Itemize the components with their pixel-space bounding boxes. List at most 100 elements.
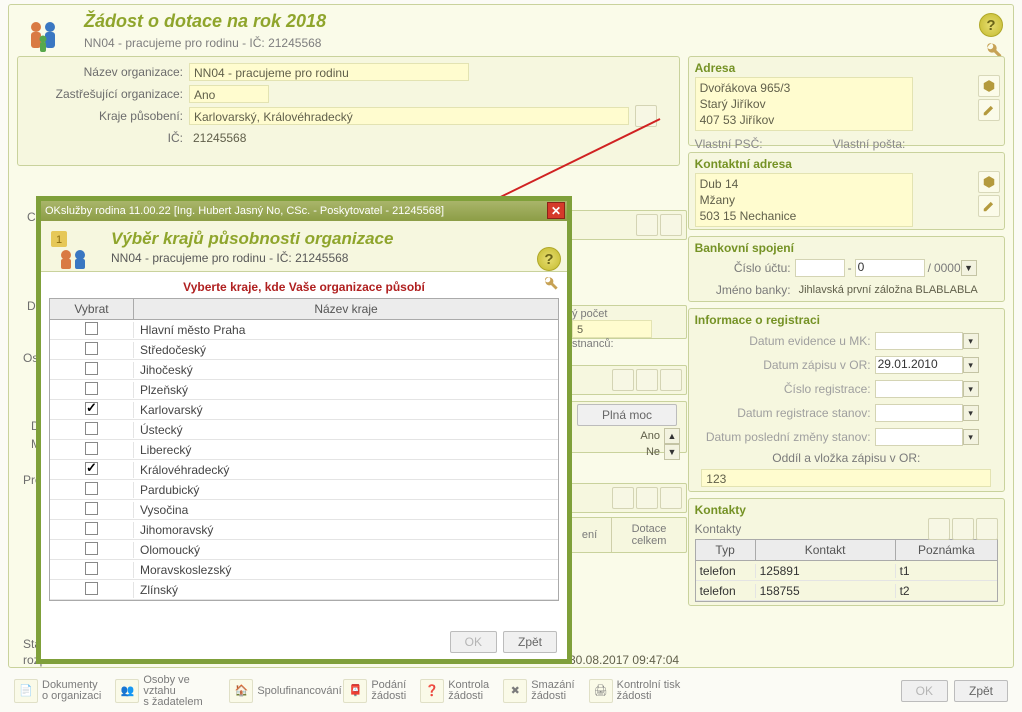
region-row[interactable]: Vysočina	[50, 500, 558, 520]
proj-btn-2[interactable]	[636, 487, 658, 509]
help-icon[interactable]: ?	[537, 247, 561, 271]
region-name: Karlovarský	[134, 403, 558, 417]
caddress-open-button[interactable]	[978, 171, 1000, 193]
org-info-group: Název organizace:NN04 - pracujeme pro ro…	[17, 56, 680, 166]
bank-group: Bankovní spojení Číslo účtu: - 0 / 0000 …	[688, 236, 1005, 302]
contacts-delete-button[interactable]	[976, 518, 998, 540]
region-checkbox[interactable]	[85, 482, 98, 495]
region-name: Jihomoravský	[134, 523, 558, 537]
reg-value[interactable]	[875, 380, 963, 398]
toolbar-item[interactable]: 🏠Spolufinancování	[229, 675, 329, 708]
region-checkbox[interactable]	[85, 542, 98, 555]
region-checkbox[interactable]	[85, 442, 98, 455]
toolbar-icon: 🏠	[229, 679, 253, 703]
contact-row[interactable]: telefon125891t1	[696, 561, 997, 581]
page-title: Žádost o dotace na rok 2018	[84, 11, 1003, 32]
region-checkbox[interactable]	[85, 402, 98, 415]
date-dropdown[interactable]: ▾	[963, 333, 979, 349]
address-edit-button[interactable]	[978, 99, 1000, 121]
reg-value[interactable]	[875, 404, 963, 422]
toolbar-item[interactable]: ❓Kontrolažádosti	[420, 675, 489, 708]
label-umbrella: Zastřešující organizace:	[24, 87, 189, 101]
region-checkbox[interactable]	[85, 582, 98, 595]
region-name: Ústecký	[134, 423, 558, 437]
region-checkbox[interactable]	[85, 462, 98, 475]
region-row[interactable]: Jihočeský	[50, 360, 558, 380]
reg-value[interactable]: 29.01.2010	[875, 356, 963, 374]
date-dropdown[interactable]: ▾	[963, 405, 979, 421]
date-dropdown[interactable]: ▾	[963, 429, 979, 445]
region-checkbox[interactable]	[85, 362, 98, 375]
plna-moc-button[interactable]: Plná moc	[577, 404, 677, 426]
region-checkbox[interactable]	[85, 522, 98, 535]
toolbar-item[interactable]: 📮Podánížádosti	[343, 675, 406, 708]
val-umbrella: Ano	[189, 85, 269, 103]
acct-prefix[interactable]	[795, 259, 845, 277]
address-open-button[interactable]	[978, 75, 1000, 97]
label-oddil: Oddíl a vložka zápisu v OR:	[695, 451, 998, 465]
region-row[interactable]: Karlovarský	[50, 400, 558, 420]
region-checkbox[interactable]	[85, 502, 98, 515]
contacts-edit-button[interactable]	[952, 518, 974, 540]
dialog-titlebar[interactable]: OKslužby rodina 11.00.22 [Ing. Hubert Ja…	[41, 201, 567, 221]
region-checkbox[interactable]	[85, 382, 98, 395]
oso-btn-1[interactable]	[612, 369, 634, 391]
toolbar-item[interactable]: 📄Dokumentyo organizaci	[14, 675, 101, 708]
dialog-instruction: Vyberte kraje, kde Vaše organizace působ…	[41, 280, 567, 294]
acct-num[interactable]: 0	[855, 259, 925, 277]
region-row[interactable]: Olomoucký	[50, 540, 558, 560]
bank-code-dropdown[interactable]: ▼	[961, 260, 977, 276]
proj-btn-3[interactable]	[660, 487, 682, 509]
reg-label: Datum registrace stanov:	[695, 406, 875, 420]
toolbar-item[interactable]: 🖨Kontrolní tiskžádosti	[589, 675, 681, 708]
contact-row[interactable]: telefon158755t2	[696, 581, 997, 601]
reg-value[interactable]	[875, 428, 963, 446]
region-row[interactable]: Zlínský	[50, 580, 558, 600]
region-row[interactable]: Plzeňský	[50, 380, 558, 400]
region-grid: Vybrat Název kraje Hlavní město PrahaStř…	[49, 298, 559, 601]
region-row[interactable]: Liberecký	[50, 440, 558, 460]
region-row[interactable]: Moravskoslezský	[50, 560, 558, 580]
region-name: Hlavní město Praha	[134, 323, 558, 337]
help-icon[interactable]: ?	[979, 13, 1003, 37]
region-row[interactable]: Ústecký	[50, 420, 558, 440]
reg-value[interactable]	[875, 332, 963, 350]
contacts-add-button[interactable]	[928, 518, 950, 540]
acct-code: 0000	[934, 261, 961, 275]
toolbar-icon: 👥	[115, 679, 139, 703]
date-dropdown[interactable]: ▾	[963, 381, 979, 397]
wrench-icon[interactable]	[543, 275, 559, 291]
caddress-edit-button[interactable]	[978, 195, 1000, 217]
region-row[interactable]: Jihomoravský	[50, 520, 558, 540]
scroll-up-icon[interactable]: ▲	[664, 428, 680, 444]
oso-btn-3[interactable]	[660, 369, 682, 391]
toolbar-item[interactable]: 👥Osoby ve vztahus žadatelem	[115, 675, 215, 708]
close-icon[interactable]: ✕	[547, 202, 565, 219]
char-btn-2[interactable]	[660, 214, 682, 236]
region-checkbox[interactable]	[85, 562, 98, 575]
char-btn-1[interactable]	[636, 214, 658, 236]
contacts-title: Kontakty	[695, 503, 998, 517]
proj-btn-1[interactable]	[612, 487, 634, 509]
oso-btn-2[interactable]	[636, 369, 658, 391]
dialog-back-button[interactable]: Zpět	[503, 631, 557, 653]
region-row[interactable]: Královéhradecký	[50, 460, 558, 480]
dialog-ok-button[interactable]: OK	[450, 631, 497, 653]
region-checkbox[interactable]	[85, 342, 98, 355]
page-header: Žádost o dotace na rok 2018 NN04 - pracu…	[9, 5, 1013, 54]
scroll-down-icon[interactable]: ▼	[664, 444, 680, 460]
region-row[interactable]: Hlavní město Praha	[50, 320, 558, 340]
contact-address-title: Kontaktní adresa	[695, 157, 998, 171]
address-title: Adresa	[695, 61, 998, 75]
region-edit-button[interactable]	[635, 105, 657, 127]
footer-back-button[interactable]: Zpět	[954, 680, 1008, 702]
region-name: Liberecký	[134, 443, 558, 457]
toolbar-item[interactable]: ✖Smazánížádosti	[503, 675, 574, 708]
footer-ok-button[interactable]: OK	[901, 680, 948, 702]
region-row[interactable]: Pardubický	[50, 480, 558, 500]
region-checkbox[interactable]	[85, 322, 98, 335]
region-row[interactable]: Středočeský	[50, 340, 558, 360]
dialog-title: Výběr krajů působnosti organizace	[111, 229, 557, 249]
region-checkbox[interactable]	[85, 422, 98, 435]
date-dropdown[interactable]: ▾	[963, 357, 979, 373]
